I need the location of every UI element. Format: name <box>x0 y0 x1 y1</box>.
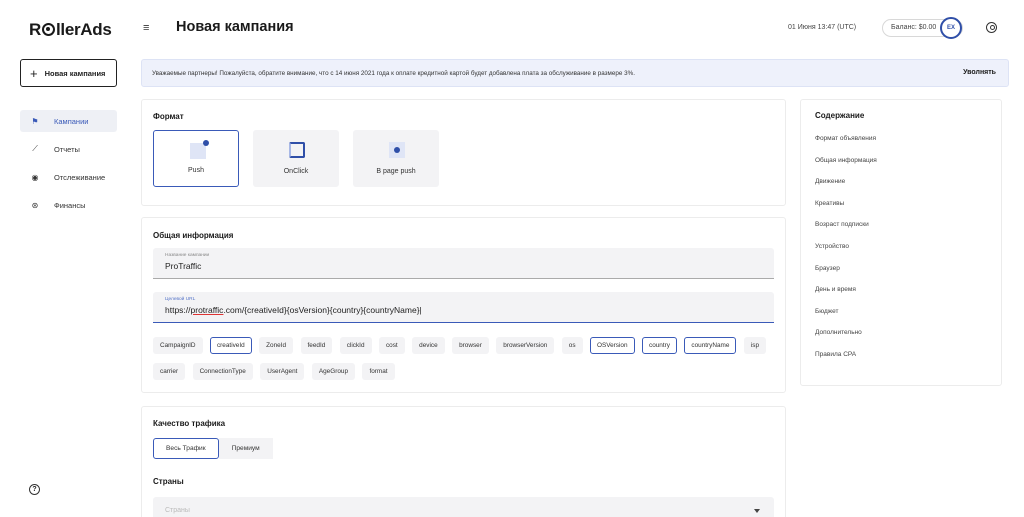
macro-tag[interactable]: carrier <box>153 363 186 380</box>
url-macro-tags: CampaignID creativeId ZoneId feedId clic… <box>153 334 778 386</box>
notice-banner: Уважаемые партнеры! Пожалуйста, обратите… <box>141 59 1009 87</box>
datetime-display: 01 Июня 13:47 (UTC) <box>788 24 857 31</box>
campaign-name-label: Название кампании <box>165 253 210 258</box>
sidebar-item-label: Финансы <box>54 200 86 210</box>
sidebar-item-finance[interactable]: ⊛ Финансы <box>20 194 117 216</box>
app-root: RllerAds + Новая кампания ⚑ Кампании ⟋ О… <box>0 0 1024 517</box>
contents-item-creatives[interactable]: Креативы <box>815 200 877 222</box>
header: ≡ Новая кампания 01 Июня 13:47 (UTC) Бал… <box>130 0 1024 56</box>
url-rest: .com/{creativeId}{osVersion}{country}{co… <box>223 305 420 315</box>
general-info-card: Общая информация Название кампании ProTr… <box>141 217 786 393</box>
general-info-title: Общая информация <box>153 231 234 240</box>
traffic-quality-title: Качество трафика <box>153 419 226 428</box>
macro-tag[interactable]: cost <box>378 337 405 354</box>
contents-item-general-info[interactable]: Общая информация <box>815 157 877 179</box>
macro-tag[interactable]: creativeId <box>209 337 252 354</box>
contents-list: Формат объявления Общая информация Движе… <box>815 135 877 373</box>
tracking-icon: ◉ <box>31 172 39 182</box>
contents-card: Содержание Формат объявления Общая инфор… <box>800 99 1002 386</box>
target-url-field[interactable]: Целевой URL https://protraffic.com/{crea… <box>153 292 774 323</box>
url-prefix: https:// <box>165 305 191 315</box>
countries-title: Страны <box>153 477 184 486</box>
sidebar-item-campaigns[interactable]: ⚑ Кампании <box>20 110 117 132</box>
contents-item-day-time[interactable]: День и время <box>815 286 877 308</box>
flag-icon: ⚑ <box>31 116 39 126</box>
page-title: Новая кампания <box>176 19 294 35</box>
contents-item-subscription-age[interactable]: Возраст подписки <box>815 221 877 243</box>
contents-title: Содержание <box>815 111 865 120</box>
macro-tag[interactable]: ZoneId <box>259 337 294 354</box>
user-icon[interactable] <box>986 22 997 33</box>
sidebar-nav: ⚑ Кампании ⟋ Отчеты ◉ Отслеживание ⊛ Фин… <box>20 110 117 222</box>
format-option-inpage-push[interactable]: В page push <box>353 130 439 187</box>
sidebar-item-label: Кампании <box>54 116 89 126</box>
contents-item-cpa-rules[interactable]: Правила CPA <box>815 351 877 373</box>
countries-select[interactable]: Страны <box>153 497 774 517</box>
exchange-badge[interactable]: EX <box>940 17 962 39</box>
notice-text: Уважаемые партнеры! Пожалуйста, обратите… <box>152 69 635 77</box>
url-domain: protraffic <box>190 305 224 315</box>
new-campaign-button[interactable]: + Новая кампания <box>20 59 117 87</box>
macro-tag[interactable]: os <box>561 337 583 354</box>
sidebar-item-label: Отслеживание <box>54 172 106 182</box>
contents-item-additional[interactable]: Дополнительно <box>815 329 877 351</box>
contents-item-budget[interactable]: Бюджет <box>815 308 877 330</box>
traffic-premium-button[interactable]: Премиум <box>218 438 273 459</box>
rollerads-logo[interactable]: RllerAds <box>29 20 112 40</box>
traffic-quality-toggle: Весь Трафик Премиум <box>153 438 273 459</box>
logo-prefix: R <box>29 20 41 39</box>
inpage-push-format-icon <box>389 142 405 158</box>
macro-tag[interactable]: browserVersion <box>496 337 555 354</box>
traffic-quality-card: Качество трафика Весь Трафик Премиум Стр… <box>141 406 786 517</box>
macro-tag[interactable]: feedId <box>300 337 333 354</box>
campaign-name-field[interactable]: Название кампании ProTraffic <box>153 248 774 279</box>
sidebar-item-tracking[interactable]: ◉ Отслеживание <box>20 166 117 188</box>
macro-tag[interactable]: CampaignID <box>153 337 203 354</box>
chart-icon: ⟋ <box>32 144 38 153</box>
help-icon[interactable]: ? <box>29 484 40 495</box>
format-option-push[interactable]: Push <box>153 130 239 187</box>
macro-tag[interactable]: isp <box>743 337 767 354</box>
format-title: Формат <box>153 112 184 121</box>
sidebar: RllerAds + Новая кампания ⚑ Кампании ⟋ О… <box>0 0 130 517</box>
format-option-onclick[interactable]: OnClick <box>253 130 339 187</box>
format-option-label: OnClick <box>283 168 309 175</box>
plus-icon: + <box>30 65 38 81</box>
format-card: Формат Push OnClick В page push <box>141 99 786 206</box>
chevron-down-icon <box>754 509 760 513</box>
new-campaign-label: Новая кампания <box>44 68 106 78</box>
target-url-label: Целевой URL <box>165 297 196 302</box>
contents-item-traffic[interactable]: Движение <box>815 178 877 200</box>
menu-collapse-icon[interactable]: ≡ <box>143 22 149 34</box>
target-url-value: https://protraffic.com/{creativeId}{osVe… <box>165 305 422 315</box>
macro-tag[interactable]: AgeGroup <box>311 363 355 380</box>
macro-tag[interactable]: OSVersion <box>589 337 635 354</box>
macro-tag[interactable]: clickId <box>339 337 372 354</box>
campaign-name-value: ProTraffic <box>165 261 202 271</box>
onclick-format-icon <box>289 142 305 158</box>
macro-tag[interactable]: format <box>362 363 395 380</box>
format-option-label: Push <box>188 167 204 174</box>
contents-item-device[interactable]: Устройство <box>815 243 877 265</box>
macro-tag[interactable]: browser <box>452 337 489 354</box>
finance-icon: ⊛ <box>31 200 39 210</box>
macro-tag[interactable]: device <box>412 337 445 354</box>
sidebar-item-reports[interactable]: ⟋ Отчеты <box>20 138 117 160</box>
countries-placeholder: Страны <box>165 507 190 514</box>
logo-ring-icon <box>41 23 55 36</box>
macro-tag[interactable]: countryName <box>684 337 737 354</box>
notice-dismiss-button[interactable]: Уволнять <box>963 69 996 76</box>
traffic-all-button[interactable]: Весь Трафик <box>153 438 219 459</box>
sidebar-item-label: Отчеты <box>54 144 80 154</box>
format-option-label: В page push <box>376 168 416 175</box>
macro-tag[interactable]: country <box>642 337 677 354</box>
contents-item-ad-format[interactable]: Формат объявления <box>815 135 877 157</box>
macro-tag[interactable]: ConnectionType <box>192 363 253 380</box>
push-format-icon <box>190 140 209 159</box>
macro-tag[interactable]: UserAgent <box>260 363 305 380</box>
contents-item-browser[interactable]: Браузер <box>815 265 877 287</box>
logo-suffix: llerAds <box>55 20 112 39</box>
